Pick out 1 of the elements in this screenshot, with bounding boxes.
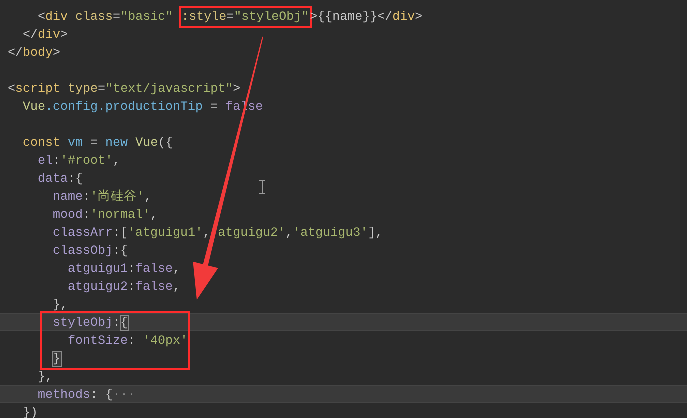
text-cursor-icon bbox=[259, 180, 266, 194]
